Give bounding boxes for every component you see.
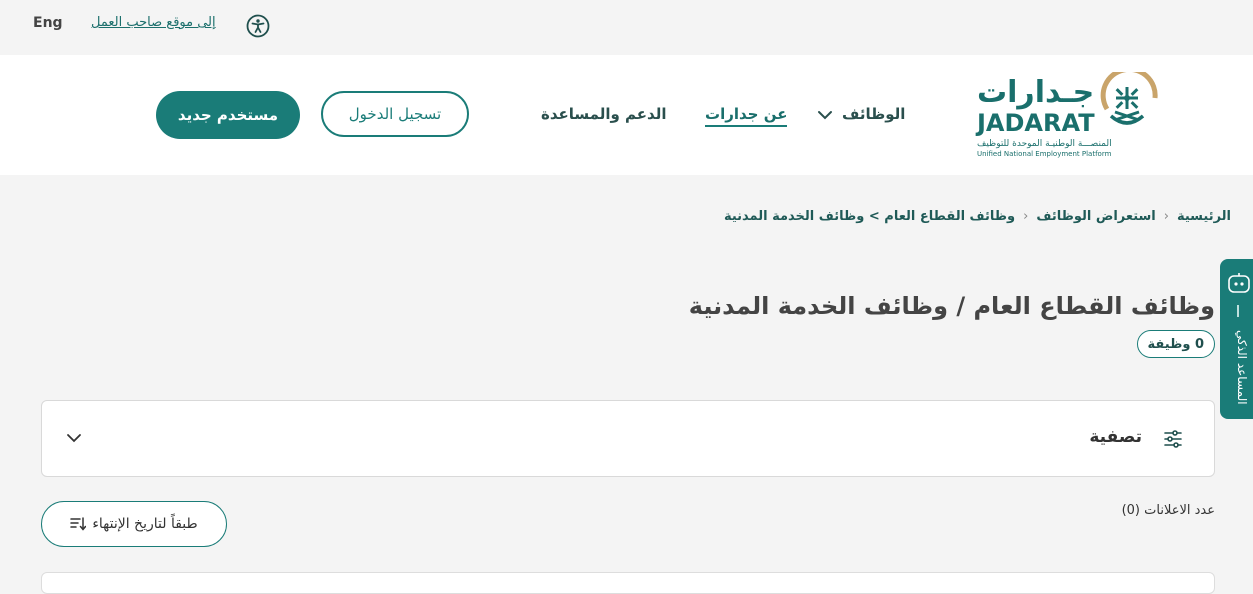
top-bar: Eng إلى موقع صاحب العمل <box>0 0 1253 55</box>
breadcrumb: الرئيسية ‹ استعراض الوظائف ‹ وظائف القطاع ال… <box>724 209 1231 224</box>
chevron-down-icon[interactable] <box>817 109 833 121</box>
ads-count: عدد الاعلانات (0) <box>1121 503 1215 518</box>
breadcrumb-browse[interactable]: استعراض الوظائف <box>1036 209 1155 224</box>
results-list <box>41 572 1215 594</box>
logo-latin-text: JADARAT <box>975 109 1095 137</box>
sliders-icon <box>1164 430 1182 448</box>
nav-support[interactable]: الدعم والمساعدة <box>541 105 667 123</box>
nav-about[interactable]: عن جدارات <box>705 105 788 127</box>
logo-arabic-text: جـدارات <box>977 75 1094 110</box>
breadcrumb-separator: ‹ <box>1023 209 1029 224</box>
sort-button[interactable]: طبقاً لتاريخ الإنتهاء <box>41 501 227 547</box>
jadarat-logo[interactable]: جـدارات JADARAT المنصـــة الوطنيـة الموح… <box>975 72 1160 160</box>
logo-tagline-ar: المنصـــة الوطنيـة الموحدة للتوظيف <box>977 139 1112 149</box>
sort-label: طبقاً لتاريخ الإنتهاء <box>92 516 198 532</box>
employer-site-link[interactable]: إلى موقع صاحب العمل <box>91 15 216 30</box>
assistant-divider <box>1237 305 1239 317</box>
logo-tagline-en: Unified National Employment Platform <box>977 150 1112 158</box>
nav-jobs[interactable]: الوظائف <box>842 105 905 123</box>
language-switch[interactable]: Eng <box>33 15 63 31</box>
filter-panel[interactable]: تصفية <box>41 400 1215 477</box>
chatbot-icon <box>1228 273 1250 293</box>
sort-icon <box>70 517 87 531</box>
filter-label: تصفية <box>1089 427 1142 447</box>
chevron-down-icon[interactable] <box>66 432 82 444</box>
breadcrumb-current: وظائف القطاع العام > وظائف الخدمة المدني… <box>723 209 1016 224</box>
login-button[interactable]: تسجيل الدخول <box>321 91 469 137</box>
accessibility-icon[interactable] <box>246 14 270 38</box>
new-user-button[interactable]: مستخدم جديد <box>156 91 300 139</box>
smart-assistant-tab[interactable]: المساعد الذكي <box>1220 259 1253 419</box>
page-title: وظائف القطاع العام / وظائف الخدمة المدني… <box>688 292 1215 320</box>
breadcrumb-home[interactable]: الرئيسية <box>1177 209 1231 224</box>
main-header: مستخدم جديد تسجيل الدخول الدعم والمساعدة… <box>0 55 1253 175</box>
breadcrumb-separator: ‹ <box>1163 209 1169 224</box>
assistant-label: المساعد الذكي <box>1235 329 1249 405</box>
jobs-count-badge: 0 وظيفة <box>1136 330 1215 358</box>
